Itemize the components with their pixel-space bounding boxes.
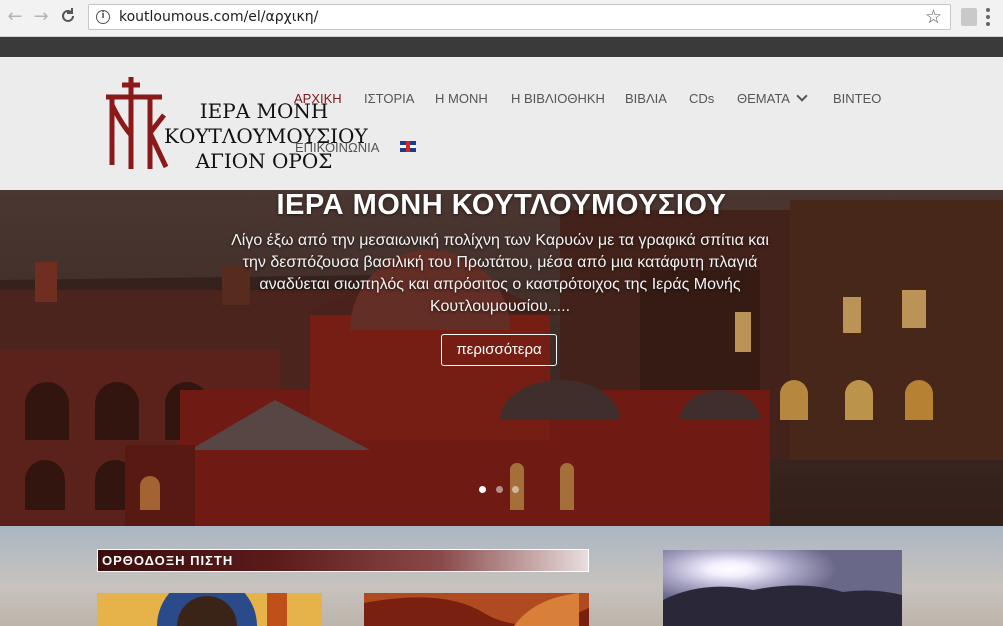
sidebar-image[interactable] xyxy=(663,550,902,626)
more-button[interactable]: περισσότερα xyxy=(441,334,557,366)
slider-dot-3[interactable] xyxy=(512,486,519,493)
nav-item-monastery[interactable]: Η ΜΟΝΗ xyxy=(435,91,488,106)
hero-text-line-3: αναδύεται σιωπηλός και απρόσιτος ο καστρ… xyxy=(259,276,741,293)
forward-button[interactable]: → xyxy=(31,7,51,27)
browser-menu-icon[interactable] xyxy=(986,8,990,26)
section-title: ΟΡΘΟΔΟΞΗ ΠΙΣΤΗ xyxy=(97,549,589,572)
chevron-down-icon xyxy=(796,90,808,102)
address-bar[interactable]: i koutloumous.com/el/αρχικη/ ☆ xyxy=(88,4,951,30)
nav-item-history[interactable]: ΙΣΤΟΡΙΑ xyxy=(364,91,414,106)
nav-item-contact[interactable]: ΕΠΙΚΟΙΝΩΝΙΑ xyxy=(295,140,379,155)
slider-dot-2[interactable] xyxy=(496,486,503,493)
logo-text: ΙΕΡΑ ΜΟΝΗ ΚΟΥΤΛΟΥΜΟΥΣΙΟΥ ΑΓΙΟΝ ΟΡΟΣ xyxy=(164,99,368,174)
article-thumbnail-1[interactable] xyxy=(97,593,322,626)
cross-monogram-icon xyxy=(106,77,169,169)
nav-item-books[interactable]: ΒΙΒΛΙΑ xyxy=(625,91,667,106)
nav-item-topics-label: ΘΕΜΑΤΑ xyxy=(737,91,790,106)
site-header: ΙΕΡΑ ΜΟΝΗ ΚΟΥΤΛΟΥΜΟΥΣΙΟΥ ΑΓΙΟΝ ΟΡΟΣ ΑΡΧΙ… xyxy=(0,57,1003,190)
hero-description: Λίγο έξω από την μεσαιωνική πολίχνη των … xyxy=(200,230,800,318)
hero-title: ΙΕΡΑ ΜΟΝΗ ΚΟΥΤΛΟΥΜΟΥΣΙΟΥ xyxy=(276,190,727,221)
uk-flag-icon[interactable] xyxy=(400,141,416,152)
browser-toolbar: ← → i koutloumous.com/el/αρχικη/ ☆ xyxy=(0,0,1003,37)
nav-item-topics[interactable]: ΘΕΜΑΤΑ xyxy=(737,90,808,106)
hero-text-line-2: την δεσπόζουσα βασιλική του Πρωτάτου, μέ… xyxy=(242,254,758,271)
nav-item-library[interactable]: Η ΒΙΒΛΙΟΘΗΚΗ xyxy=(511,91,605,106)
star-icon[interactable]: ☆ xyxy=(925,6,942,28)
mountain-sunrise-image xyxy=(663,550,902,626)
nav-item-video[interactable]: ΒΙΝΤΕΟ xyxy=(833,91,881,106)
reload-icon xyxy=(62,8,74,22)
back-button[interactable]: ← xyxy=(5,7,25,27)
icon-image xyxy=(97,593,322,626)
article-thumbnail-2[interactable] xyxy=(364,593,589,626)
site-logo[interactable]: ΙΕΡΑ ΜΟΝΗ ΚΟΥΤΛΟΥΜΟΥΣΙΟΥ ΑΓΙΟΝ ΟΡΟΣ xyxy=(104,75,368,175)
url-text[interactable]: koutloumous.com/el/αρχικη/ xyxy=(119,9,318,25)
extension-icon[interactable] xyxy=(961,8,977,26)
nav-item-home[interactable]: ΑΡΧΙΚΗ xyxy=(294,91,342,106)
reload-button[interactable] xyxy=(58,7,78,27)
hero-text-line-4: Κουτλουμουσίου..... xyxy=(429,298,571,315)
hero-text-line-1: Λίγο έξω από την μεσαιωνική πολίχνη των … xyxy=(231,232,769,249)
info-icon[interactable]: i xyxy=(96,10,110,24)
slider-dot-1[interactable] xyxy=(479,486,486,493)
nav-item-cds[interactable]: CDs xyxy=(689,91,714,106)
painting-image xyxy=(364,593,589,626)
top-bar xyxy=(0,37,1003,57)
hero-slider: ΙΕΡΑ ΜΟΝΗ ΚΟΥΤΛΟΥΜΟΥΣΙΟΥ Λίγο έξω από τη… xyxy=(0,190,1003,526)
